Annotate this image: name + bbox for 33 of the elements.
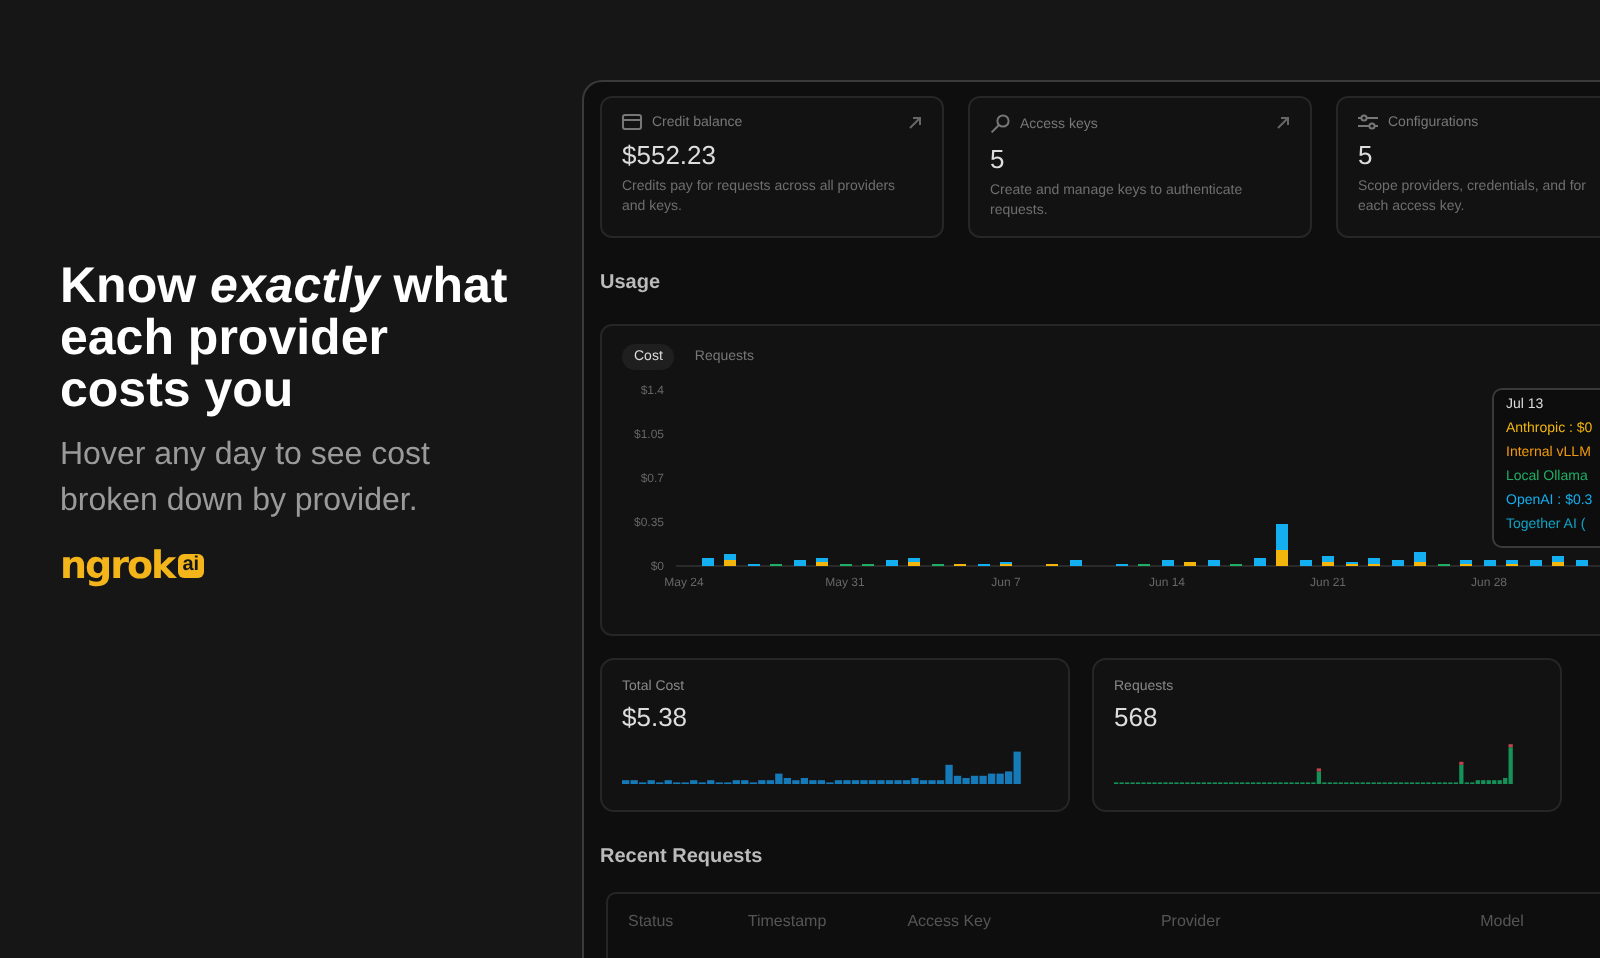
column-header: Provider — [1160, 912, 1223, 934]
sliders-icon — [1358, 114, 1378, 130]
bar-segment — [1484, 560, 1496, 566]
bar-segment — [1392, 560, 1404, 566]
logo-wordmark: ngrok — [60, 544, 175, 588]
bar-segment — [794, 560, 806, 566]
stat-value: 568 — [1114, 702, 1160, 732]
bar-segment — [702, 558, 714, 566]
subtitle: Hover any day to see cost broken down by provider. — [60, 436, 432, 522]
headline: Know exactly what each provider costs you — [60, 260, 510, 416]
column-header: Model — [1480, 912, 1526, 934]
column-header: Timestamp — [747, 912, 829, 934]
arrow-up-right-icon[interactable] — [908, 116, 922, 130]
bar-segment — [1576, 560, 1588, 566]
stat-value: $5.38 — [622, 702, 690, 732]
arrow-up-right-icon[interactable] — [1276, 116, 1290, 130]
bar-segment — [1070, 560, 1082, 566]
column-header: Status — [628, 912, 676, 934]
credit-card-icon — [622, 114, 642, 130]
bar-segment — [1300, 560, 1312, 566]
section-title: Recent Requests — [600, 846, 765, 868]
logo-badge: ai — [178, 554, 204, 578]
bar-segment — [1530, 560, 1542, 566]
bar-segment — [1254, 558, 1266, 566]
card-value: 5 — [1358, 140, 1375, 170]
section-title: Usage — [600, 272, 663, 294]
column-header: Access Key — [907, 912, 993, 934]
bar-segment — [886, 560, 898, 566]
bar-segment — [1162, 560, 1174, 566]
bar-segment — [1208, 560, 1220, 566]
card-value: 5 — [990, 144, 1007, 174]
key-icon — [990, 114, 1010, 134]
card-value: $552.23 — [622, 140, 718, 170]
